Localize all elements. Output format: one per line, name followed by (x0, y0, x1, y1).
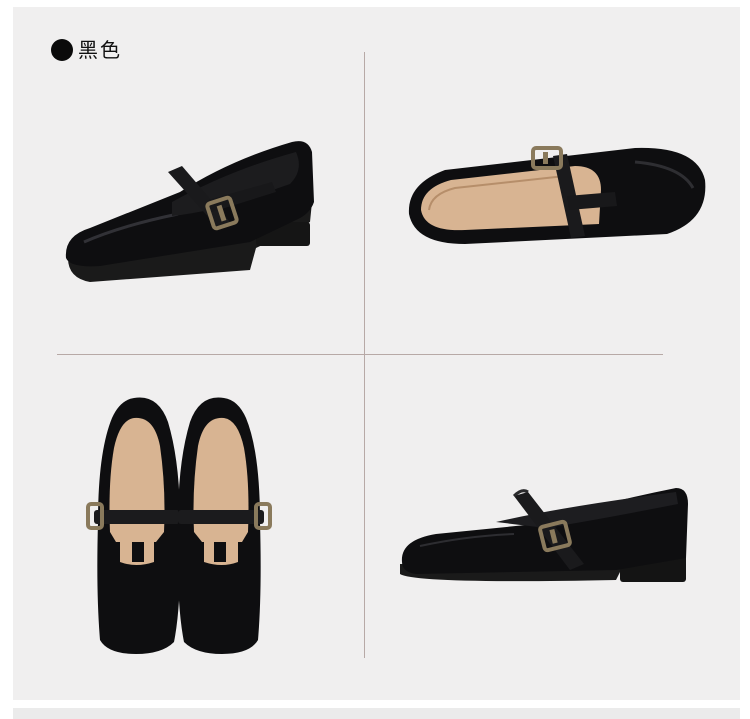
shoe-top-side-view (408, 146, 706, 244)
product-detail-page: 黑色 (0, 0, 750, 719)
shoe-side-profile-view (400, 488, 688, 582)
color-option-label: 黑色 (51, 37, 122, 63)
horizontal-divider (57, 354, 663, 355)
shoe-pair-top-view (86, 397, 272, 654)
shoe-three-quarter-view (65, 141, 314, 282)
vertical-divider (364, 52, 365, 658)
bottom-strip (13, 708, 740, 719)
color-swatch-dot (51, 39, 73, 61)
color-name: 黑色 (78, 38, 122, 62)
